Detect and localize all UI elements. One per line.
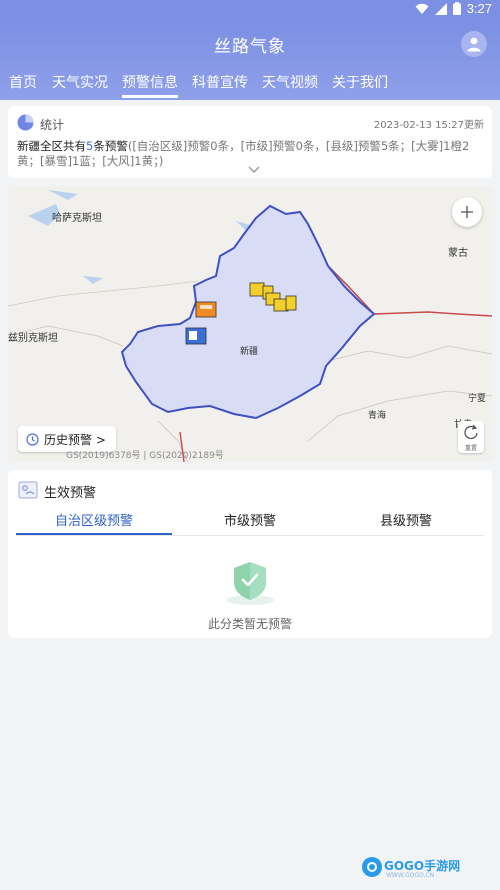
- map-label-ningxia: 宁夏: [468, 394, 487, 404]
- reset-label: 重置: [464, 445, 477, 452]
- tab-county-warning[interactable]: 县级预警: [328, 510, 484, 529]
- tab-science[interactable]: 科普宣传: [192, 72, 248, 92]
- refresh-icon: [464, 424, 478, 440]
- battery-icon: [452, 2, 461, 15]
- history-label: 历史预警 >: [44, 432, 106, 447]
- plus-icon: [461, 206, 473, 218]
- update-time: 2023-02-13 15:27更新: [373, 120, 484, 131]
- active-warnings-card: 生效预警 自治区级预警 市级预警 县级预警 此分类暂无预警: [8, 470, 492, 638]
- chevron-down-icon[interactable]: [248, 166, 260, 174]
- watermark-url: WWW.GOGO.CN: [386, 872, 435, 879]
- map-label-xinjiang: 新疆: [240, 347, 259, 357]
- warning-marker-orange[interactable]: [195, 301, 217, 318]
- nav-tabs: 首页 天气实况 预警信息 科普宣传 天气视频 关于我们: [0, 70, 500, 100]
- statistics-card: 统计 2023-02-13 15:27更新 新疆全区共有5条预警([自治区级]预…: [8, 106, 492, 178]
- map-label-qinghai: 青海: [368, 411, 387, 421]
- empty-state-text: 此分类暂无预警: [207, 617, 292, 631]
- app-title: 丝路气象: [214, 37, 286, 57]
- warning-marker-blue[interactable]: [185, 327, 207, 345]
- map-label-kazakhstan: 哈萨克斯坦: [52, 213, 102, 224]
- warning-map[interactable]: 哈萨克斯坦 蒙古 兹别克斯坦 新疆 青海 宁夏 甘肃 重置 历史预警 > GS(…: [8, 186, 492, 462]
- summary-suffix: 条预警: [93, 139, 128, 153]
- user-avatar-button[interactable]: [461, 31, 487, 57]
- status-time: 3:27: [466, 1, 492, 16]
- map-copyright: GS(2019)6378号 | GS(2020)2189号: [66, 451, 224, 461]
- map-label-mongolia: 蒙古: [448, 248, 468, 259]
- active-tab-indicator: [16, 533, 172, 535]
- tab-weather-video[interactable]: 天气视频: [262, 72, 318, 92]
- tab-city-warning[interactable]: 市级预警: [172, 510, 328, 529]
- shield-check-icon: [226, 562, 274, 605]
- zoom-in-button[interactable]: [452, 197, 482, 227]
- summary-prefix: 新疆全区共有: [17, 139, 86, 153]
- status-bar: 3:27: [0, 0, 500, 20]
- status-icons: 3:27: [415, 1, 492, 16]
- wifi-icon: [415, 3, 429, 14]
- warning-summary: 新疆全区共有5条预警([自治区级]预警0条，[市级]预警0条，[县级]预警5条；…: [17, 139, 487, 169]
- map-canvas[interactable]: [8, 186, 492, 462]
- warning-level-tabs: 自治区级预警 市级预警 县级预警: [16, 506, 484, 536]
- tab-warnings[interactable]: 预警信息: [122, 72, 178, 98]
- pie-chart-icon: [17, 114, 34, 131]
- tab-home[interactable]: 首页: [9, 72, 37, 92]
- tab-autonomous-region-warning[interactable]: 自治区级预警: [16, 510, 172, 529]
- watermark-logo: GOGO手游网 WWW.GOGO.CN: [360, 855, 460, 885]
- app-header: 丝路气象 首页 天气实况 预警信息 科普宣传 天气视频 关于我们: [0, 20, 500, 100]
- weather-warning-icon: [18, 481, 38, 499]
- statistics-label: 统计: [40, 118, 65, 132]
- clock-history-icon: [26, 432, 39, 446]
- tab-about-us[interactable]: 关于我们: [332, 72, 388, 92]
- signal-icon: [434, 2, 447, 15]
- map-label-uzbekistan: 兹别克斯坦: [8, 333, 58, 344]
- reset-map-button[interactable]: 重置: [458, 421, 484, 453]
- user-icon: [467, 37, 481, 52]
- active-warnings-title: 生效预警: [44, 486, 97, 501]
- tab-live-weather[interactable]: 天气实况: [52, 72, 108, 92]
